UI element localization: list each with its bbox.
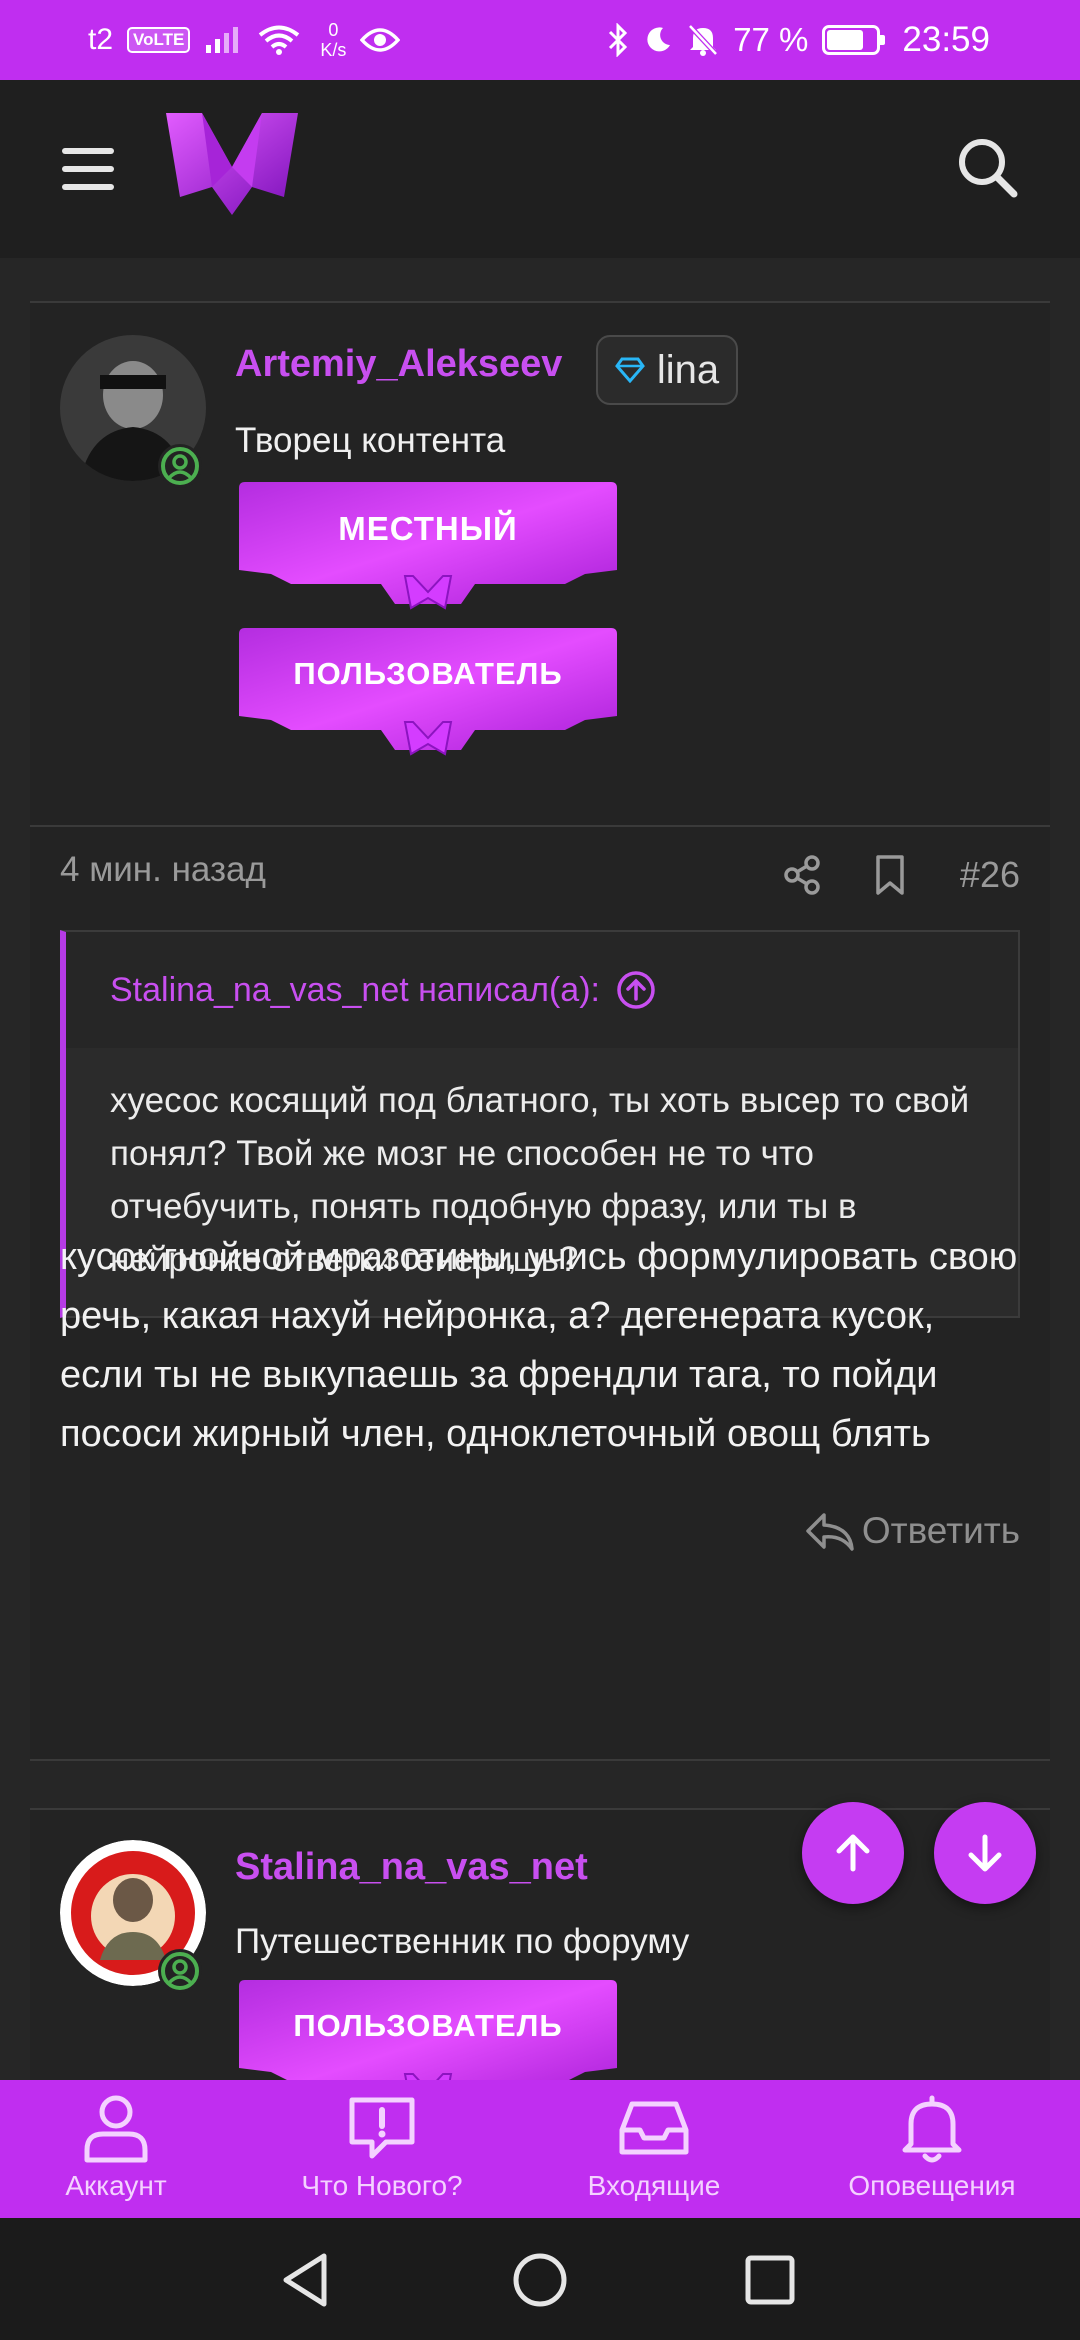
bell-icon: [902, 2095, 962, 2163]
clock: 23:59: [902, 20, 990, 59]
scroll-down-button[interactable]: [934, 1802, 1036, 1904]
share-icon[interactable]: [780, 853, 824, 897]
banner-text: МЕСТНЫЙ: [338, 510, 518, 547]
volte-badge: VoLTE: [127, 27, 191, 53]
nav-notifications[interactable]: Оповещения: [834, 2080, 1030, 2218]
nav-account[interactable]: Аккаунт: [36, 2080, 196, 2218]
banner-text: ПОЛЬЗОВАТЕЛЬ: [293, 2008, 563, 2043]
user-icon: [84, 2095, 148, 2163]
recents-icon[interactable]: [738, 2248, 802, 2312]
nav-inbox[interactable]: Входящие: [574, 2080, 734, 2218]
banner-local: МЕСТНЫЙ: [235, 480, 621, 620]
user-title: Путешественник по форуму: [235, 1922, 690, 1961]
nav-whats-new[interactable]: Что Нового?: [282, 2080, 482, 2218]
username-link[interactable]: Artemiy_Alekseev: [235, 343, 562, 386]
reply-icon: [806, 1513, 854, 1551]
battery-icon: [822, 25, 886, 55]
status-bar: t2 VoLTE 0 K/s 77 % 23:59: [0, 0, 1080, 80]
online-status-icon: [158, 1949, 202, 1993]
arrow-up-icon: [836, 1834, 870, 1872]
reply-button[interactable]: Ответить: [804, 1509, 1020, 1553]
quote-header[interactable]: Stalina_na_vas_net написал(а):: [66, 932, 1018, 1048]
wifi-icon: [259, 25, 300, 55]
carrier-label: t2: [88, 23, 114, 56]
inbox-icon: [619, 2101, 689, 2155]
username-link[interactable]: Stalina_na_vas_net: [235, 1846, 588, 1889]
bluetooth-icon: [609, 23, 628, 57]
arrow-up-circle-icon[interactable]: [616, 970, 656, 1010]
divider: [30, 825, 1050, 827]
post-number-link[interactable]: #26: [960, 854, 1020, 896]
moon-icon: [647, 27, 671, 52]
search-icon[interactable]: [952, 132, 1024, 204]
eye-icon: [360, 28, 401, 52]
banner-text: ПОЛЬЗОВАТЕЛЬ: [293, 656, 563, 691]
scroll-up-button[interactable]: [802, 1802, 904, 1904]
user-badge[interactable]: lina: [596, 335, 738, 405]
banner-user: ПОЛЬЗОВАТЕЛЬ: [235, 626, 621, 766]
post-card: Artemiy_Alekseev lina Творец контента МЕ…: [30, 301, 1050, 1761]
user-title: Творец контента: [235, 421, 506, 460]
banner-user: ПОЛЬЗОВАТЕЛЬ: [235, 1978, 621, 2080]
online-status-icon: [158, 444, 202, 488]
reply-label: Ответить: [861, 1510, 1020, 1551]
m-logo[interactable]: [162, 107, 302, 219]
diamond-icon: [614, 357, 645, 383]
post-text: кусок гнойной мразотины, учись формулиро…: [60, 1236, 1018, 1455]
hamburger-menu-icon[interactable]: [62, 148, 114, 190]
post-time[interactable]: 4 мин. назад: [60, 850, 266, 890]
divider: [30, 1759, 1050, 1761]
battery-percent: 77 %: [733, 21, 809, 58]
app-header: [0, 80, 1080, 258]
bottom-navigation: Аккаунт Что Нового? Входящие Оповещения: [0, 2080, 1080, 2218]
bookmark-icon[interactable]: [868, 853, 912, 897]
bell-off-icon: [688, 24, 719, 56]
back-icon[interactable]: [276, 2248, 340, 2312]
arrow-down-icon: [968, 1834, 1002, 1872]
signal-icon: [206, 27, 239, 53]
home-icon[interactable]: [508, 2248, 572, 2312]
thread-content: Artemiy_Alekseev lina Творец контента МЕ…: [0, 258, 1080, 2080]
quote-author: Stalina_na_vas_net написал(а):: [110, 970, 600, 1009]
alert-bubble-icon: [349, 2097, 415, 2159]
network-speed: 0 K/s: [320, 20, 347, 60]
system-navigation-bar: [0, 2218, 1080, 2340]
